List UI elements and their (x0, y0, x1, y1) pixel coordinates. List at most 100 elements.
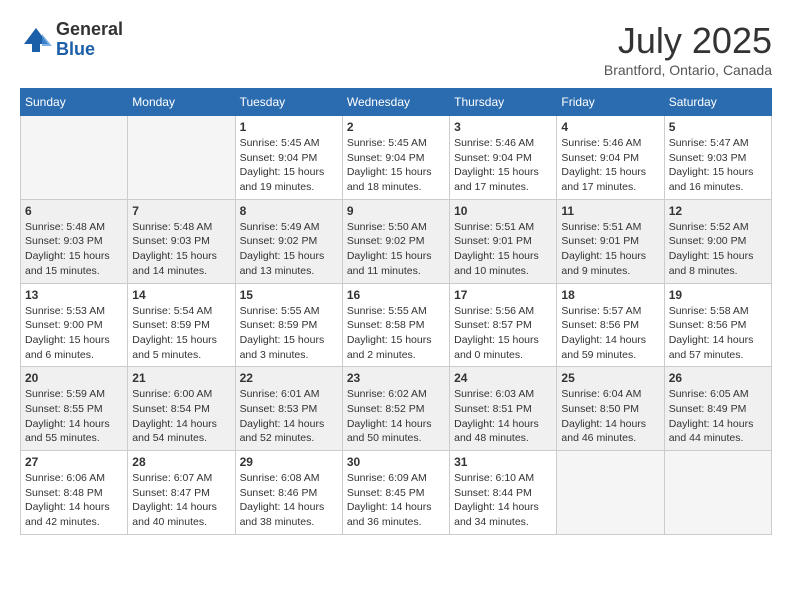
day-number: 21 (132, 371, 230, 385)
day-number: 5 (669, 120, 767, 134)
day-info: Sunrise: 5:45 AMSunset: 9:04 PMDaylight:… (347, 136, 445, 195)
day-info: Sunrise: 5:46 AMSunset: 9:04 PMDaylight:… (561, 136, 659, 195)
calendar-cell: 14 Sunrise: 5:54 AMSunset: 8:59 PMDayligh… (128, 283, 235, 367)
column-header-saturday: Saturday (664, 89, 771, 116)
calendar-week-row: 27 Sunrise: 6:06 AMSunset: 8:48 PMDayligh… (21, 451, 772, 535)
day-number: 13 (25, 288, 123, 302)
day-info: Sunrise: 6:08 AMSunset: 8:46 PMDaylight:… (240, 471, 338, 530)
day-info: Sunrise: 6:06 AMSunset: 8:48 PMDaylight:… (25, 471, 123, 530)
day-number: 19 (669, 288, 767, 302)
day-info: Sunrise: 5:55 AMSunset: 8:58 PMDaylight:… (347, 304, 445, 363)
calendar-cell: 16Sunrise: 5:55 AMSunset: 8:58 PMDayligh… (342, 283, 449, 367)
day-info: Sunrise: 5:54 AMSunset: 8:59 PMDaylight:… (132, 304, 230, 363)
day-info: Sunrise: 6:07 AMSunset: 8:47 PMDaylight:… (132, 471, 230, 530)
day-info: Sunrise: 6:05 AMSunset: 8:49 PMDaylight:… (669, 387, 767, 446)
calendar-cell: 20 Sunrise: 5:59 AMSunset: 8:55 PMDayligh… (21, 367, 128, 451)
day-number: 2 (347, 120, 445, 134)
day-info: Sunrise: 5:46 AMSunset: 9:04 PMDaylight:… (454, 136, 552, 195)
calendar-cell: 3 Sunrise: 5:46 AMSunset: 9:04 PMDaylight… (450, 116, 557, 200)
day-info: Sunrise: 5:51 AMSunset: 9:01 PMDaylight:… (454, 220, 552, 279)
calendar-cell: 11 Sunrise: 5:51 AMSunset: 9:01 PMDayligh… (557, 199, 664, 283)
calendar-cell: 22Sunrise: 6:01 AMSunset: 8:53 PMDayligh… (235, 367, 342, 451)
calendar-cell: 25Sunrise: 6:04 AMSunset: 8:50 PMDayligh… (557, 367, 664, 451)
day-number: 27 (25, 455, 123, 469)
day-number: 29 (240, 455, 338, 469)
column-header-friday: Friday (557, 89, 664, 116)
logo-text: General Blue (56, 20, 123, 60)
logo-blue: Blue (56, 40, 123, 60)
calendar-cell: 8 Sunrise: 5:49 AMSunset: 9:02 PMDaylight… (235, 199, 342, 283)
calendar-cell: 12 Sunrise: 5:52 AMSunset: 9:00 PMDayligh… (664, 199, 771, 283)
day-number: 26 (669, 371, 767, 385)
day-number: 12 (669, 204, 767, 218)
calendar-cell: 18 Sunrise: 5:57 AMSunset: 8:56 PMDayligh… (557, 283, 664, 367)
calendar-cell (21, 116, 128, 200)
day-number: 14 (132, 288, 230, 302)
day-info: Sunrise: 6:09 AMSunset: 8:45 PMDaylight:… (347, 471, 445, 530)
calendar-week-row: 13 Sunrise: 5:53 AMSunset: 9:00 PMDayligh… (21, 283, 772, 367)
calendar-cell: 23 Sunrise: 6:02 AMSunset: 8:52 PMDayligh… (342, 367, 449, 451)
calendar-cell: 4 Sunrise: 5:46 AMSunset: 9:04 PMDaylight… (557, 116, 664, 200)
column-header-thursday: Thursday (450, 89, 557, 116)
day-info: Sunrise: 5:49 AMSunset: 9:02 PMDaylight:… (240, 220, 338, 279)
day-info: Sunrise: 5:47 AMSunset: 9:03 PMDaylight:… (669, 136, 767, 195)
day-info: Sunrise: 5:58 AMSunset: 8:56 PMDaylight:… (669, 304, 767, 363)
calendar-cell: 31 Sunrise: 6:10 AMSunset: 8:44 PMDayligh… (450, 451, 557, 535)
location-subtitle: Brantford, Ontario, Canada (604, 62, 772, 78)
calendar-cell: 15Sunrise: 5:55 AMSunset: 8:59 PMDayligh… (235, 283, 342, 367)
day-number: 18 (561, 288, 659, 302)
calendar-cell: 27 Sunrise: 6:06 AMSunset: 8:48 PMDayligh… (21, 451, 128, 535)
calendar-cell: 30Sunrise: 6:09 AMSunset: 8:45 PMDayligh… (342, 451, 449, 535)
calendar-cell: 21 Sunrise: 6:00 AMSunset: 8:54 PMDayligh… (128, 367, 235, 451)
column-header-wednesday: Wednesday (342, 89, 449, 116)
day-info: Sunrise: 6:03 AMSunset: 8:51 PMDaylight:… (454, 387, 552, 446)
day-info: Sunrise: 5:55 AMSunset: 8:59 PMDaylight:… (240, 304, 338, 363)
calendar-cell: 19 Sunrise: 5:58 AMSunset: 8:56 PMDayligh… (664, 283, 771, 367)
day-number: 23 (347, 371, 445, 385)
calendar-cell: 17Sunrise: 5:56 AMSunset: 8:57 PMDayligh… (450, 283, 557, 367)
day-number: 8 (240, 204, 338, 218)
calendar-cell (557, 451, 664, 535)
day-number: 3 (454, 120, 552, 134)
day-number: 31 (454, 455, 552, 469)
day-info: Sunrise: 6:00 AMSunset: 8:54 PMDaylight:… (132, 387, 230, 446)
calendar-week-row: 6Sunrise: 5:48 AMSunset: 9:03 PMDaylight… (21, 199, 772, 283)
logo: General Blue (20, 20, 123, 60)
day-number: 7 (132, 204, 230, 218)
day-info: Sunrise: 5:50 AMSunset: 9:02 PMDaylight:… (347, 220, 445, 279)
day-info: Sunrise: 6:02 AMSunset: 8:52 PMDaylight:… (347, 387, 445, 446)
day-number: 24 (454, 371, 552, 385)
calendar-cell: 7Sunrise: 5:48 AMSunset: 9:03 PMDaylight… (128, 199, 235, 283)
calendar-header-row: SundayMondayTuesdayWednesdayThursdayFrid… (21, 89, 772, 116)
title-section: July 2025 Brantford, Ontario, Canada (604, 20, 772, 78)
calendar-cell: 26 Sunrise: 6:05 AMSunset: 8:49 PMDayligh… (664, 367, 771, 451)
day-info: Sunrise: 6:10 AMSunset: 8:44 PMDaylight:… (454, 471, 552, 530)
day-info: Sunrise: 5:57 AMSunset: 8:56 PMDaylight:… (561, 304, 659, 363)
calendar-cell: 1Sunrise: 5:45 AMSunset: 9:04 PMDaylight… (235, 116, 342, 200)
column-header-tuesday: Tuesday (235, 89, 342, 116)
calendar-cell: 28Sunrise: 6:07 AMSunset: 8:47 PMDayligh… (128, 451, 235, 535)
day-info: Sunrise: 5:45 AMSunset: 9:04 PMDaylight:… (240, 136, 338, 195)
day-number: 6 (25, 204, 123, 218)
day-number: 22 (240, 371, 338, 385)
day-info: Sunrise: 5:56 AMSunset: 8:57 PMDaylight:… (454, 304, 552, 363)
page-header: General Blue July 2025 Brantford, Ontari… (20, 20, 772, 78)
day-number: 11 (561, 204, 659, 218)
day-number: 20 (25, 371, 123, 385)
calendar-cell (664, 451, 771, 535)
calendar-cell: 10 Sunrise: 5:51 AMSunset: 9:01 PMDayligh… (450, 199, 557, 283)
column-header-monday: Monday (128, 89, 235, 116)
calendar-cell: 9 Sunrise: 5:50 AMSunset: 9:02 PMDaylight… (342, 199, 449, 283)
logo-icon (20, 24, 52, 56)
day-number: 9 (347, 204, 445, 218)
day-number: 4 (561, 120, 659, 134)
day-info: Sunrise: 5:53 AMSunset: 9:00 PMDaylight:… (25, 304, 123, 363)
day-info: Sunrise: 5:59 AMSunset: 8:55 PMDaylight:… (25, 387, 123, 446)
day-info: Sunrise: 5:51 AMSunset: 9:01 PMDaylight:… (561, 220, 659, 279)
calendar-table: SundayMondayTuesdayWednesdayThursdayFrid… (20, 88, 772, 535)
calendar-week-row: 1Sunrise: 5:45 AMSunset: 9:04 PMDaylight… (21, 116, 772, 200)
calendar-cell: 6Sunrise: 5:48 AMSunset: 9:03 PMDaylight… (21, 199, 128, 283)
day-number: 10 (454, 204, 552, 218)
logo-general: General (56, 20, 123, 40)
day-info: Sunrise: 5:52 AMSunset: 9:00 PMDaylight:… (669, 220, 767, 279)
